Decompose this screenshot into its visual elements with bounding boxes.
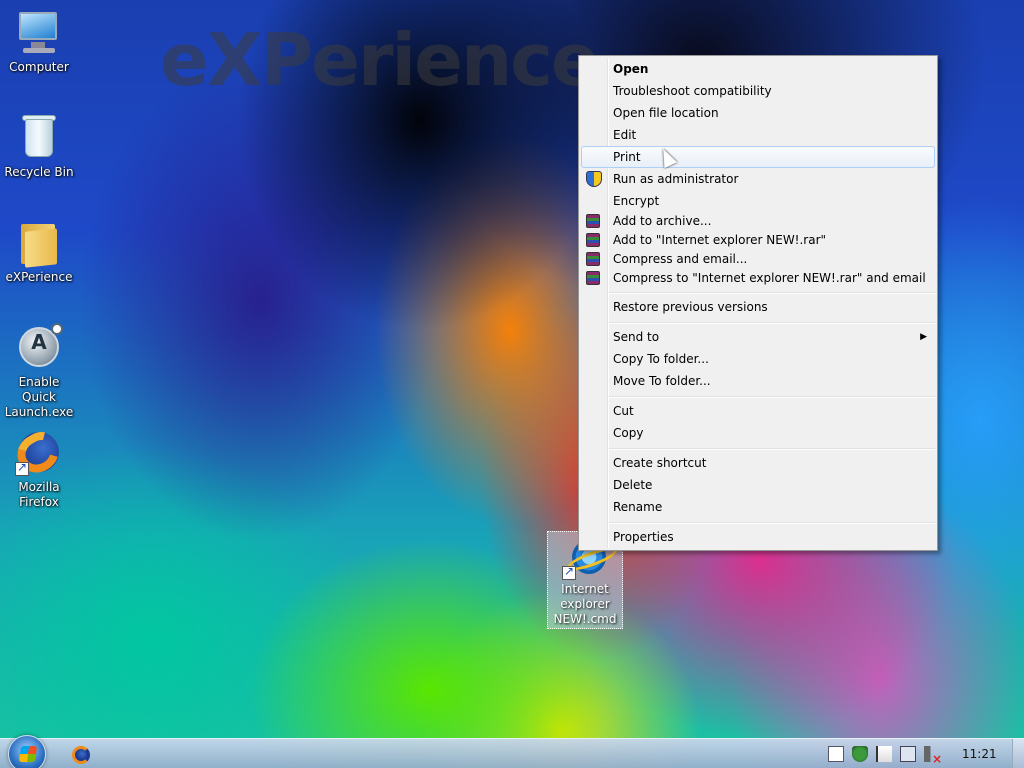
system-tray: 11:21: [814, 739, 1024, 768]
recycle-bin-icon: [15, 113, 63, 161]
winrar-icon: [586, 252, 600, 266]
menu-item-label: Copy: [613, 426, 644, 440]
menu-item-label: Rename: [613, 500, 663, 514]
desktop-icon-label: Recycle Bin: [4, 165, 74, 179]
windows-start-orb-icon[interactable]: [8, 735, 46, 768]
desktop-icon-label: eXPerience: [5, 270, 73, 284]
taskbar: 11:21: [0, 735, 1024, 768]
menu-item-label: Add to "Internet explorer NEW!.rar": [613, 233, 827, 247]
menu-separator: [609, 522, 935, 524]
desktop-icon-label: Enable Quick Launch.exe: [4, 375, 74, 419]
menu-item-label: Cut: [613, 404, 634, 418]
menu-item-label: Run as administrator: [613, 172, 739, 186]
taskbar-firefox-icon[interactable]: [72, 746, 90, 764]
submenu-arrow-icon: ▶: [920, 332, 927, 342]
menu-item-label: Troubleshoot compatibility: [613, 84, 772, 98]
menu-item-print[interactable]: Print: [581, 146, 935, 168]
folder-icon: [15, 218, 63, 268]
desktop-icon-label: Computer: [9, 60, 69, 74]
menu-item-send-to[interactable]: Send to ▶: [581, 326, 935, 348]
menu-item-label: Open file location: [613, 106, 719, 120]
computer-icon: [15, 8, 63, 56]
menu-item-cut[interactable]: Cut: [581, 400, 935, 422]
winrar-icon: [586, 233, 600, 247]
menu-item-add-to-rar[interactable]: Add to "Internet explorer NEW!.rar": [581, 231, 935, 250]
menu-item-label: Add to archive...: [613, 214, 712, 228]
menu-separator: [609, 322, 935, 324]
menu-item-label: Properties: [613, 530, 674, 544]
menu-item-move-to-folder[interactable]: Move To folder...: [581, 370, 935, 392]
security-shield-icon[interactable]: [852, 746, 868, 762]
menu-item-label: Print: [613, 150, 641, 164]
firefox-icon: [10, 426, 66, 480]
show-desktop-button[interactable]: [1012, 739, 1024, 768]
menu-item-edit[interactable]: Edit: [581, 124, 935, 146]
uac-shield-icon: [586, 171, 602, 187]
wallpaper-watermark: eXPerience: [160, 18, 600, 102]
menu-item-label: Encrypt: [613, 194, 660, 208]
menu-item-properties[interactable]: Properties: [581, 526, 935, 548]
menu-item-label: Create shortcut: [613, 456, 707, 470]
menu-item-label: Compress and email...: [613, 252, 748, 266]
winrar-icon: [586, 214, 600, 228]
menu-item-label: Open: [613, 62, 649, 76]
menu-item-open[interactable]: Open: [581, 58, 935, 80]
taskbar-clock[interactable]: 11:21: [962, 747, 997, 761]
desktop-icon-computer[interactable]: Computer: [0, 8, 78, 75]
menu-item-label: Compress to "Internet explorer NEW!.rar"…: [613, 271, 926, 285]
menu-item-compress-and-email[interactable]: Compress and email...: [581, 250, 935, 269]
menu-item-label: Send to: [613, 330, 660, 344]
desktop-icon-enable-quick-launch[interactable]: Enable Quick Launch.exe: [0, 323, 78, 420]
desktop-icon-experience-folder[interactable]: eXPerience: [0, 218, 78, 285]
desktop-icon-mozilla-firefox[interactable]: Mozilla Firefox: [0, 426, 78, 510]
menu-separator: [609, 292, 935, 294]
menu-item-troubleshoot-compatibility[interactable]: Troubleshoot compatibility: [581, 80, 935, 102]
menu-item-label: Restore previous versions: [613, 300, 768, 314]
desktop-icon-label: Internet explorer NEW!.cmd: [553, 582, 617, 626]
menu-item-label: Copy To folder...: [613, 352, 709, 366]
menu-item-label: Delete: [613, 478, 653, 492]
menu-item-encrypt[interactable]: Encrypt: [581, 190, 935, 212]
network-icon[interactable]: [900, 746, 916, 762]
menu-separator: [609, 396, 935, 398]
context-menu: Open Troubleshoot compatibility Open fil…: [578, 55, 938, 551]
desktop-icon-label: Mozilla Firefox: [18, 480, 60, 509]
winrar-icon: [586, 271, 600, 285]
shortcut-arrow-icon: [15, 460, 29, 476]
shortcut-arrow-icon: [562, 564, 576, 580]
menu-item-create-shortcut[interactable]: Create shortcut: [581, 452, 935, 474]
quick-launch-exe-icon: [15, 323, 63, 371]
menu-separator: [609, 448, 935, 450]
action-center-icon[interactable]: [828, 746, 844, 762]
menu-item-restore-previous-versions[interactable]: Restore previous versions: [581, 296, 935, 318]
flag-icon[interactable]: [876, 746, 892, 762]
menu-item-label: Move To folder...: [613, 374, 711, 388]
menu-item-delete[interactable]: Delete: [581, 474, 935, 496]
menu-item-compress-to-rar-and-email[interactable]: Compress to "Internet explorer NEW!.rar"…: [581, 269, 935, 288]
menu-item-rename[interactable]: Rename: [581, 496, 935, 518]
menu-item-copy-to-folder[interactable]: Copy To folder...: [581, 348, 935, 370]
menu-item-open-file-location[interactable]: Open file location: [581, 102, 935, 124]
menu-item-label: Edit: [613, 128, 637, 142]
desktop-icon-recycle-bin[interactable]: Recycle Bin: [0, 113, 78, 180]
menu-item-add-to-archive[interactable]: Add to archive...: [581, 212, 935, 231]
menu-item-run-as-administrator[interactable]: Run as administrator: [581, 168, 935, 190]
menu-item-copy[interactable]: Copy: [581, 422, 935, 444]
volume-muted-icon[interactable]: [924, 746, 942, 766]
